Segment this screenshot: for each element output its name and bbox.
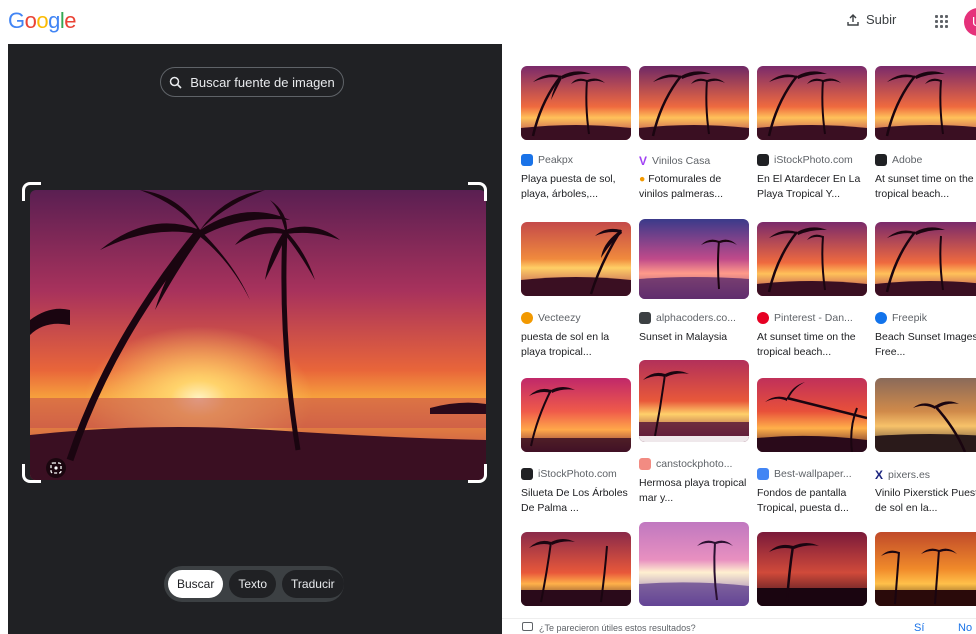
result-title-text: Fotomurales de vinilos palmeras... [639,173,724,200]
logo-letter: o [24,8,37,33]
crop-corner-bottom-right[interactable] [468,464,487,483]
result-source-label: iStockPhoto.com [538,468,617,480]
result-title[interactable]: En El Atardecer En La Playa Tropical Y..… [757,172,869,202]
crop-corner-top-left[interactable] [22,182,41,201]
best-wallpaper-icon [757,468,769,480]
crop-corner-top-right[interactable] [468,182,487,201]
query-image-panel: Buscar fuente de imagen Buscar Texto Tra… [8,44,502,634]
tab-traducir[interactable]: Traducir [282,570,344,598]
result-source: iStockPhoto.com [757,154,877,166]
pinterest-icon [757,312,769,324]
istock-icon [521,468,533,480]
result-source: Adobe [875,154,976,166]
result-source: alphacoders.co... [639,312,759,324]
medal-icon: ● [639,173,646,185]
find-image-source-button[interactable]: Buscar fuente de imagen [160,67,344,97]
feedback-yes-button[interactable]: Sí [914,622,924,634]
vecteezy-icon [521,312,533,324]
result-source: Peakpx [521,154,641,166]
result-thumbnail[interactable] [875,66,976,140]
top-bar: Google Subir U [0,0,976,44]
result-title[interactable]: At sunset time on the tropical beach... [875,172,976,202]
tab-texto[interactable]: Texto [229,570,277,598]
result-source-label: Adobe [892,154,923,166]
result-source-label: iStockPhoto.com [774,154,853,166]
canstockphoto-icon [639,458,651,470]
upload-icon [847,13,859,26]
result-title[interactable]: Silueta De Los Árboles De Palma ... [521,486,633,516]
feedback-icon [522,622,533,631]
result-source-label: Vecteezy [538,312,581,324]
istock-icon [757,154,769,166]
result-title[interactable]: ● Fotomurales de vinilos palmeras... [639,172,751,202]
result-thumbnail[interactable] [875,222,976,296]
result-thumbnail[interactable] [521,532,631,606]
lens-search-icon [169,76,182,89]
result-thumbnail[interactable] [875,378,976,452]
result-source: Vecteezy [521,312,641,324]
result-title[interactable]: puesta de sol en la playa tropical... [521,330,633,360]
result-title[interactable]: Fondos de pantalla Tropical, puesta d... [757,486,869,516]
upload-button[interactable]: Subir [846,12,896,27]
logo-letter: o [36,8,49,33]
result-source-label: alphacoders.co... [656,312,736,324]
result-thumbnail[interactable] [521,378,631,452]
result-title[interactable]: Sunset in Malaysia [639,330,751,345]
result-source: Pinterest - Dan... [757,312,877,324]
result-thumbnail[interactable] [639,522,749,606]
results-panel: Peakpx Playa puesta de sol, playa, árbol… [502,44,976,634]
result-thumbnail[interactable] [639,219,749,299]
logo-letter: g [48,8,60,33]
result-source: Xpixers.es [875,468,976,482]
result-thumbnail[interactable] [757,532,867,606]
result-source: Best-wallpaper... [757,468,877,480]
query-image [30,190,486,480]
result-source-label: pixers.es [888,469,931,481]
crop-corner-bottom-left[interactable] [22,464,41,483]
result-thumbnail[interactable] [875,532,976,606]
result-thumbnail[interactable] [757,378,867,452]
avatar[interactable]: U [964,8,976,36]
result-source: iStockPhoto.com [521,468,641,480]
result-thumbnail[interactable] [521,222,631,296]
adobe-icon [875,154,887,166]
logo-letter: e [64,8,77,33]
result-source-label: Vinilos Casa [652,155,711,167]
avatar-letter: U [972,14,976,29]
result-title[interactable]: Vinilo Pixerstick Puesta de sol en la... [875,486,976,516]
apps-grid-icon[interactable] [932,12,952,32]
google-logo[interactable]: Google [8,8,77,34]
feedback-question: ¿Te parecieron útiles estos resultados? [539,623,696,633]
result-source-label: Freepik [892,312,928,324]
result-source-label: canstockphoto... [656,458,733,470]
upload-label: Subir [866,12,897,27]
result-title[interactable]: Beach Sunset Images - Free... [875,330,976,360]
result-source-label: Peakpx [538,154,574,166]
peakpx-icon [521,154,533,166]
tab-buscar[interactable]: Buscar [168,570,224,598]
result-source: V Vinilos Casa [639,154,759,168]
select-area-icon[interactable] [46,458,66,478]
result-source-label: Best-wallpaper... [774,468,852,480]
result-source: Freepik [875,312,976,324]
result-title[interactable]: At sunset time on the tropical beach... [757,330,869,360]
result-thumbnail[interactable] [639,66,749,140]
result-thumbnail[interactable] [757,222,867,296]
result-title[interactable]: Playa puesta de sol, playa, árboles,... [521,172,633,202]
result-title[interactable]: Hermosa playa tropical mar y... [639,476,751,506]
result-source: canstockphoto... [639,458,759,470]
mode-tabs: Buscar Texto Traducir [164,566,344,602]
vinilos-casa-icon: V [639,154,648,168]
pixers-icon: X [875,468,884,482]
feedback-no-button[interactable]: No [958,622,972,634]
feedback-bar: ¿Te parecieron útiles estos resultados? … [502,618,976,634]
result-thumbnail[interactable] [757,66,867,140]
freepik-icon [875,312,887,324]
result-thumbnail[interactable] [521,66,631,140]
result-source-label: Pinterest - Dan... [774,312,853,324]
logo-letter: G [8,8,25,33]
result-thumbnail[interactable] [639,360,749,442]
alphacoders-icon [639,312,651,324]
find-image-source-label: Buscar fuente de imagen [190,74,335,90]
